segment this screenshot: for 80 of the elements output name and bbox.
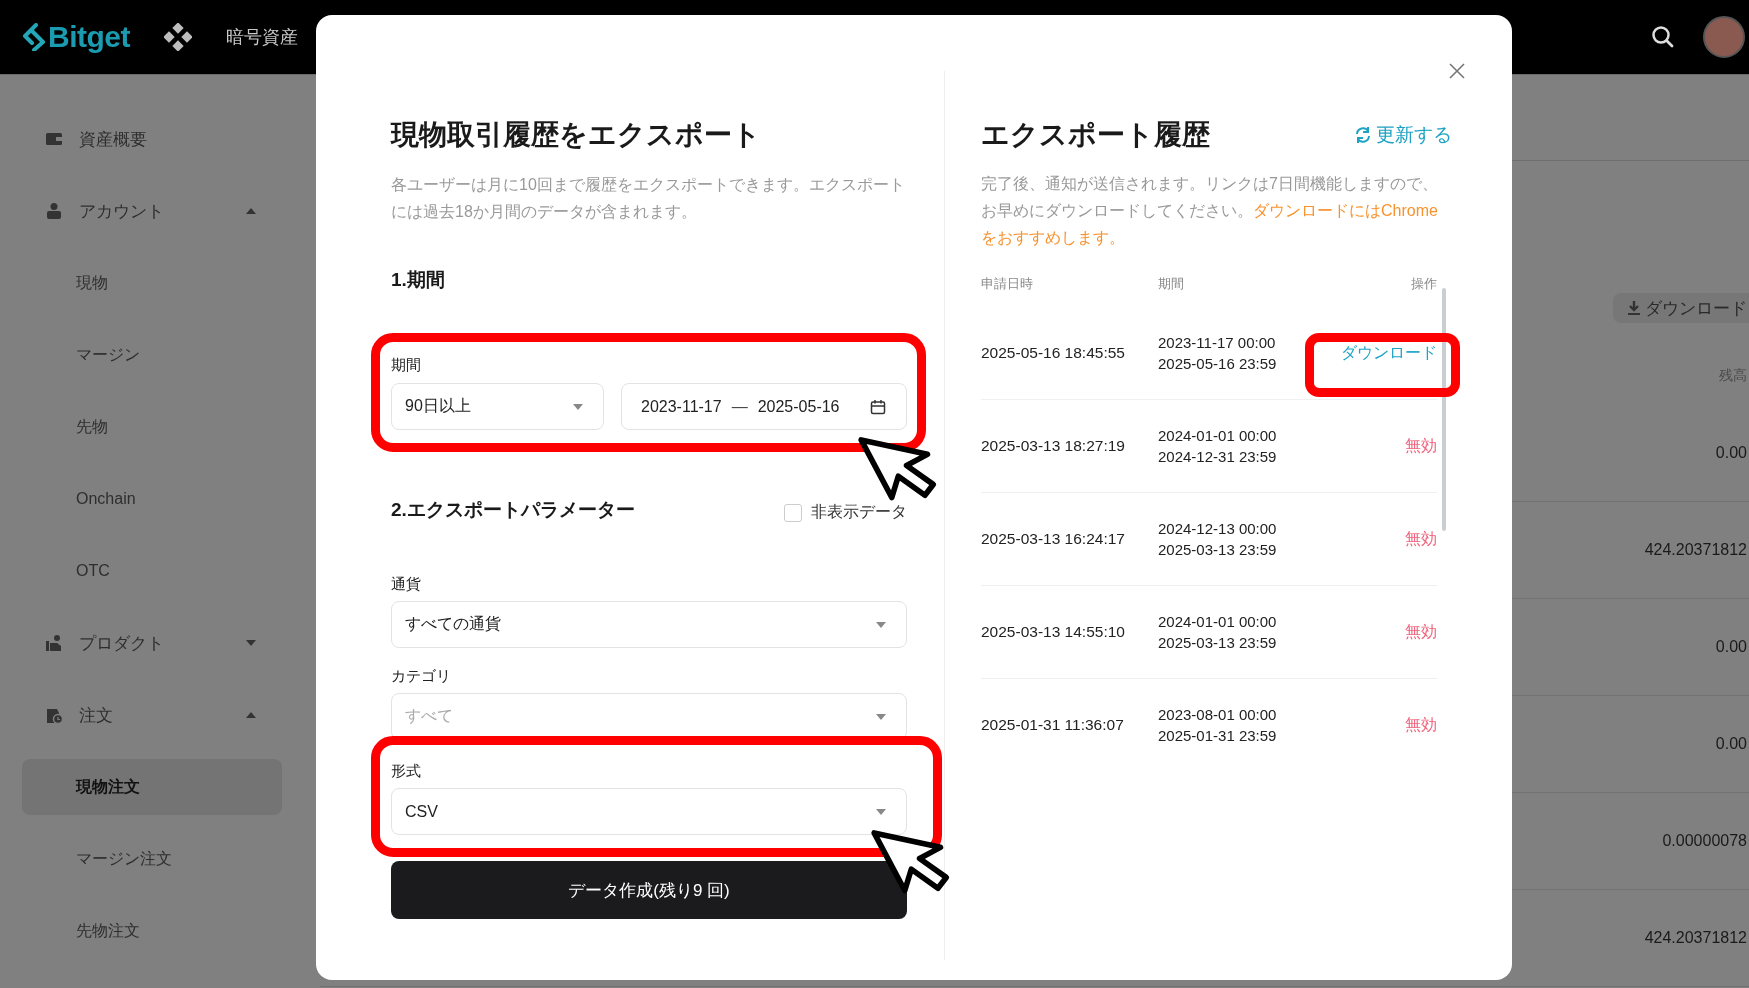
- hand-icon: [45, 634, 63, 652]
- sidebar-item[interactable]: 現物: [22, 255, 282, 311]
- download-icon: [1627, 300, 1641, 316]
- avatar[interactable]: [1703, 16, 1745, 58]
- refresh-button[interactable]: 更新する: [1354, 122, 1452, 148]
- section-title: 1.期間: [391, 268, 446, 292]
- sidebar-item[interactable]: プロダクト: [0, 607, 320, 679]
- date-text: 2025-05-16: [757, 397, 840, 416]
- sidebar-item[interactable]: 先物: [22, 399, 282, 455]
- section-title: 2.エクスポートパラメーター: [391, 498, 635, 522]
- scrollbar[interactable]: [1442, 288, 1446, 531]
- field-label: 通貨: [391, 574, 422, 594]
- sidebar-item[interactable]: 現物注文: [22, 759, 282, 815]
- status-text: 無効: [1405, 714, 1437, 735]
- table-cell-text: 0.00: [1715, 735, 1748, 753]
- sidebar-item[interactable]: マージン注文: [22, 831, 282, 887]
- download-button[interactable]: ダウンロード: [1613, 293, 1749, 323]
- table-cell-text: 2025-03-13 18:27:19: [981, 437, 1126, 455]
- wallet-icon: [45, 130, 63, 148]
- column-header: 期間: [1158, 275, 1185, 293]
- sidebar-item[interactable]: Onchain: [22, 471, 282, 527]
- refresh-icon: [1354, 126, 1372, 144]
- table-cell-text: 0.00000078: [1662, 832, 1748, 850]
- description-text: 各ユーザーは月に10回まで履歴をエクスポートできます。エクスポートには過去18か月間のデータが含まれます。: [391, 175, 906, 222]
- date-separator: —: [731, 397, 748, 416]
- status-text: 無効: [1405, 528, 1437, 549]
- table-cell-text: 424.20371812: [1644, 929, 1748, 947]
- table-cell-text: 2025-03-13 23:59: [1158, 633, 1278, 653]
- table-cell-text: 2025-03-13 16:24:17: [981, 530, 1126, 548]
- logo[interactable]: Bitget: [22, 20, 130, 54]
- person-icon: [45, 202, 63, 220]
- create-data-button[interactable]: データ作成(残り9 回): [391, 861, 907, 919]
- table-cell-text: 2025-05-16 23:59: [1158, 354, 1278, 374]
- sidebar-item[interactable]: 先物注文: [22, 903, 282, 959]
- table-cell-text: 2025-01-31 11:36:07: [981, 716, 1125, 734]
- sidebar-item[interactable]: 資産概要: [0, 103, 320, 175]
- status-text: 無効: [1405, 435, 1437, 456]
- nav-item[interactable]: 暗号資産: [226, 25, 298, 49]
- table-cell-text: 0.00: [1715, 638, 1748, 656]
- caret-down-icon: [573, 403, 583, 410]
- hidden-data-checkbox[interactable]: 非表示データ: [784, 502, 907, 523]
- table-cell-text: 2024-01-01 00:00: [1158, 612, 1278, 632]
- download-link[interactable]: ダウンロード: [1341, 342, 1437, 364]
- status-text: 無効: [1405, 621, 1437, 642]
- table-cell-text: 2025-01-31 23:59: [1158, 726, 1278, 746]
- sidebar-item[interactable]: OTC: [22, 543, 282, 599]
- history-title: エクスポート履歴: [981, 118, 1210, 152]
- caret-down-icon: [876, 621, 886, 628]
- sidebar-item[interactable]: 注文: [0, 679, 320, 751]
- close-icon[interactable]: [1448, 62, 1466, 80]
- search-icon[interactable]: [1651, 25, 1675, 49]
- clock-icon: [45, 706, 63, 724]
- field-label: 期間: [391, 355, 422, 375]
- table-cell-text: 2024-12-31 23:59: [1158, 447, 1278, 467]
- table-cell-text: 2023-08-01 00:00: [1158, 705, 1278, 725]
- sidebar-item[interactable]: アカウント: [0, 175, 320, 247]
- table-cell-text: 2024-01-01 00:00: [1158, 426, 1278, 446]
- notice-text: 完了後、通知が送信されます。リンクは7日間機能しますので、お早めにダウンロードしてください。ダウンロードにはChromeをおすすめします。: [981, 174, 1439, 248]
- date-text: 2023-11-17: [641, 397, 722, 416]
- table-cell-text: 0.00: [1715, 444, 1748, 462]
- table-cell-text: 2024-12-13 00:00: [1158, 519, 1278, 539]
- table-cell-text: 2025-05-16 18:45:55: [981, 344, 1126, 362]
- dropdown-field[interactable]: CSV: [391, 788, 907, 835]
- calendar-icon: [870, 398, 886, 415]
- caret-down-icon: [876, 713, 886, 720]
- table-cell-text: 2025-03-13 23:59: [1158, 540, 1278, 560]
- dialog-title: 現物取引履歴をエクスポート: [391, 118, 762, 152]
- column-header: 操作: [1411, 275, 1437, 293]
- field-label: 形式: [391, 761, 422, 781]
- table-cell-text: 2023-11-17 00:00: [1158, 333, 1277, 353]
- period-select[interactable]: 90日以上: [391, 383, 604, 430]
- table-cell-text: 424.20371812: [1644, 541, 1748, 559]
- column-header: 申請日時: [981, 275, 1034, 293]
- field-label: カテゴリ: [391, 666, 452, 686]
- date-range-field[interactable]: 2023-11-17 — 2025-05-16: [621, 383, 907, 430]
- caret-down-icon: [876, 808, 886, 815]
- sidebar-item[interactable]: マージン: [22, 327, 282, 383]
- apps-icon[interactable]: [164, 23, 192, 51]
- dropdown-field[interactable]: すべての通貨: [391, 601, 907, 648]
- table-cell-text: 2025-03-13 14:55:10: [981, 623, 1126, 641]
